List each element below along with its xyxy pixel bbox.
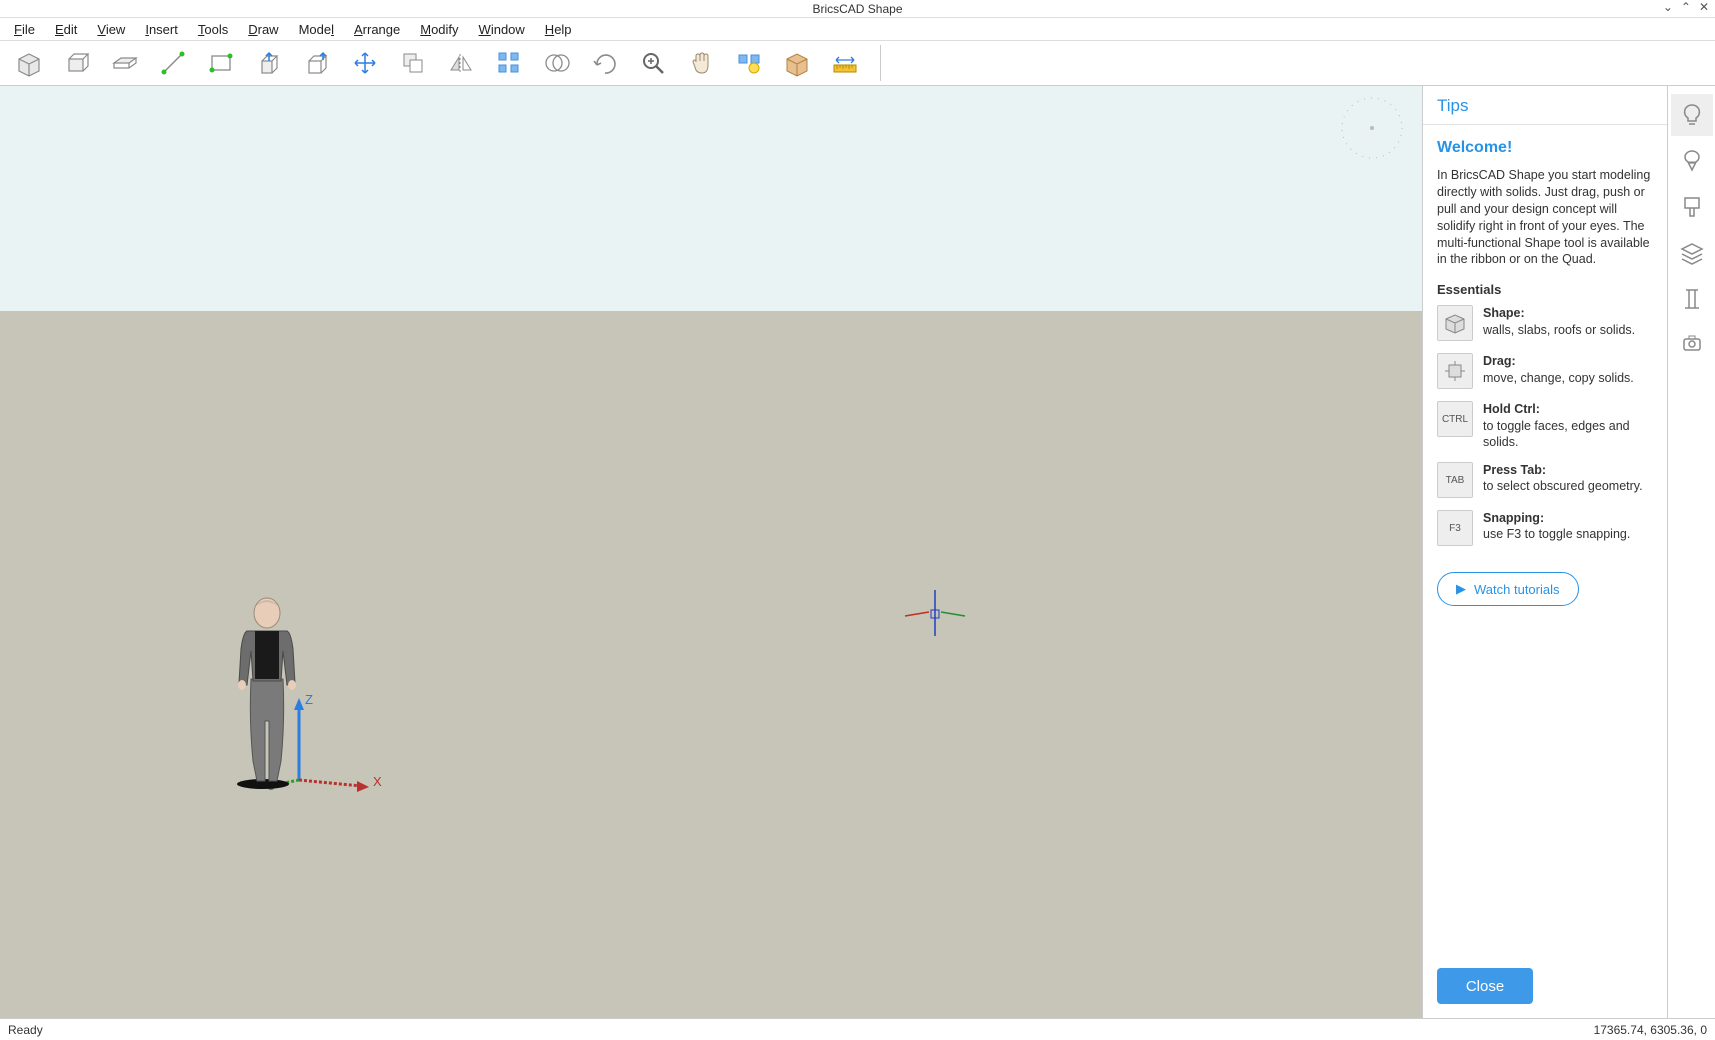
close-window-button[interactable]: ✕ [1699,0,1709,14]
title-bar: BricsCAD Shape ⌄ ⌃ ✕ [0,0,1715,18]
tips-panel-body: Welcome! In BricsCAD Shape you start mod… [1423,125,1667,956]
materials-tool-icon[interactable] [780,46,814,80]
menu-modify[interactable]: Modify [412,20,466,39]
app-title: BricsCAD Shape [812,2,902,16]
slab-tool-icon[interactable] [108,46,142,80]
menu-draw[interactable]: Draw [240,20,286,39]
sky-background [0,86,1422,311]
tips-welcome-heading: Welcome! [1437,139,1653,157]
rotate-tool-icon[interactable] [588,46,622,80]
play-icon: ▶ [1456,581,1466,597]
measure-tool-icon[interactable] [828,46,862,80]
drag-icon [1437,353,1473,389]
essential-item-drag: Drag:move, change, copy solids. [1437,353,1653,389]
main-toolbar [0,40,1715,86]
essential-item-ctrl: CTRL Hold Ctrl:to toggle faces, edges an… [1437,401,1653,450]
essential-item-tab: TAB Press Tab:to select obscured geometr… [1437,462,1653,498]
rect-tool-icon[interactable] [204,46,238,80]
tips-essentials-heading: Essentials [1437,282,1653,297]
menu-arrange[interactable]: Arrange [346,20,408,39]
ctrl-key-icon: CTRL [1437,401,1473,437]
boolean-tool-icon[interactable] [540,46,574,80]
menu-window[interactable]: Window [471,20,533,39]
tips-tab-icon[interactable] [1671,94,1713,136]
menu-edit[interactable]: Edit [47,20,85,39]
balloon-tab-icon[interactable] [1671,140,1713,182]
menu-file[interactable]: File [6,20,43,39]
pan-tool-icon[interactable] [684,46,718,80]
pushpull-tool-icon[interactable] [252,46,286,80]
tips-close-button[interactable]: Close [1437,968,1533,1004]
status-left: Ready [8,1023,43,1037]
f3-key-icon: F3 [1437,510,1473,546]
window-controls: ⌄ ⌃ ✕ [1663,0,1709,14]
menu-bar: File Edit View Insert Tools Draw Model A… [0,18,1715,40]
array-tool-icon[interactable] [492,46,526,80]
crosshair-cursor [895,586,975,646]
watch-tutorials-button[interactable]: ▶ Watch tutorials [1437,572,1579,606]
axis-x-label: X [373,774,382,789]
tips-panel: Tips Welcome! In BricsCAD Shape you star… [1422,86,1667,1018]
maximize-button[interactable]: ⌃ [1681,0,1691,14]
side-rail [1667,86,1715,1018]
viewport-3d[interactable]: Z X [0,86,1422,1018]
mirror-tool-icon[interactable] [444,46,478,80]
shape-icon [1437,305,1473,341]
zoom-tool-icon[interactable] [636,46,670,80]
view-compass[interactable] [1340,96,1404,160]
menu-view[interactable]: View [89,20,133,39]
layers-tool-icon[interactable] [732,46,766,80]
extrude-tool-icon[interactable] [300,46,334,80]
move-tool-icon[interactable] [348,46,382,80]
tips-panel-title: Tips [1423,86,1667,125]
layers-tab-icon[interactable] [1671,232,1713,274]
line-tool-icon[interactable] [156,46,190,80]
tab-key-icon: TAB [1437,462,1473,498]
minimize-button[interactable]: ⌄ [1663,0,1673,14]
shape-tool-icon[interactable] [12,46,46,80]
menu-insert[interactable]: Insert [137,20,186,39]
tips-intro-text: In BricsCAD Shape you start modeling dir… [1437,167,1653,268]
menu-tools[interactable]: Tools [190,20,236,39]
menu-model[interactable]: Model [291,20,342,39]
status-bar: Ready 17365.74, 6305.36, 0 [0,1018,1715,1040]
copy-tool-icon[interactable] [396,46,430,80]
toolbar-separator [880,45,881,81]
status-coords: 17365.74, 6305.36, 0 [1594,1023,1707,1037]
essential-item-f3: F3 Snapping:use F3 to toggle snapping. [1437,510,1653,546]
render-tab-icon[interactable] [1671,324,1713,366]
structure-tab-icon[interactable] [1671,278,1713,320]
menu-help[interactable]: Help [537,20,580,39]
content-area: Z X Tips Welcome! [0,86,1715,1018]
box-tool-icon[interactable] [60,46,94,80]
reference-person-figure [225,591,320,786]
styles-tab-icon[interactable] [1671,186,1713,228]
essential-item-shape: Shape:walls, slabs, roofs or solids. [1437,305,1653,341]
